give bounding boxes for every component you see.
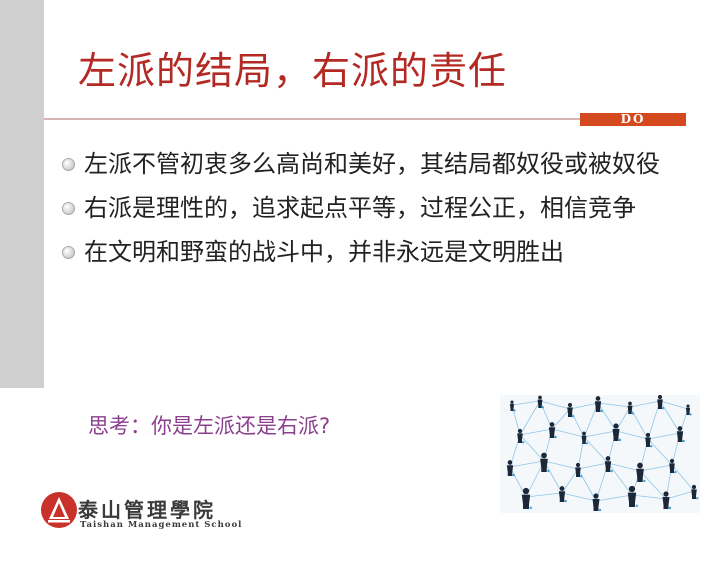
slide-title: 左派的结局，右派的责任 [78,49,508,93]
school-name-cn: 泰山管理學院 [78,498,216,522]
bullet-item: 左派不管初衷多么高尚和美好，其结局都奴役或被奴役 [62,146,682,182]
bullet-text: 左派不管初衷多么高尚和美好，其结局都奴役或被奴役 [84,150,660,178]
question-text: 思考：你是左派还是右派? [88,414,331,438]
bullet-dot-icon [62,246,75,259]
bullet-dot-icon [62,202,75,215]
bullet-text: 在文明和野蛮的战斗中，并非永远是文明胜出 [84,238,564,266]
section-tag: DO [580,113,686,126]
bullet-item: 在文明和野蛮的战斗中，并非永远是文明胜出 [62,234,682,270]
title-divider [44,118,580,120]
side-bar [0,0,44,388]
bullet-dot-icon [62,158,75,171]
bullet-item: 右派是理性的，追求起点平等，过程公正，相信竞争 [62,190,682,226]
bullet-text: 右派是理性的，追求起点平等，过程公正，相信竞争 [84,194,636,222]
bullet-list: 左派不管初衷多么高尚和美好，其结局都奴役或被奴役 右派是理性的，追求起点平等，过… [62,146,682,278]
people-network-icon [500,395,700,513]
school-name-en: Taishan Management School [80,520,243,530]
